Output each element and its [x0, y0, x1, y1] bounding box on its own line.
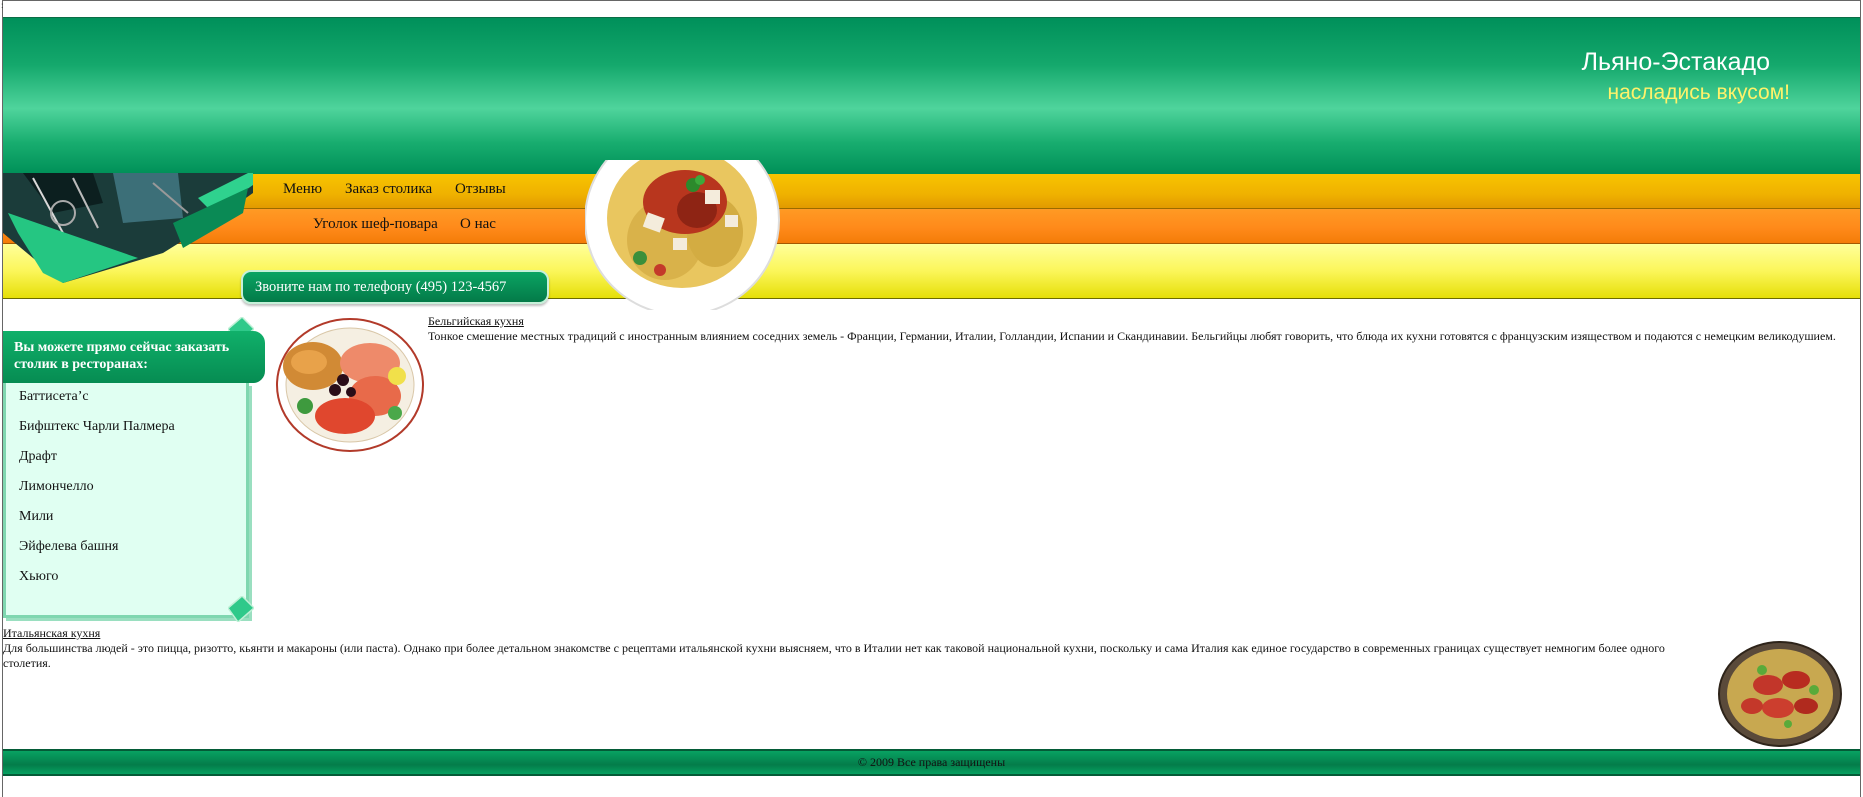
nav-band-orange [3, 209, 1860, 244]
italian-dish-image [1718, 640, 1842, 753]
sidebar-item-battiseta[interactable]: Баттисета’с [19, 389, 89, 405]
article-title-italian[interactable]: Итальянская кухня [3, 626, 100, 641]
sidebar-item-draft[interactable]: Драфт [19, 449, 57, 465]
nav-about[interactable]: О нас [460, 216, 496, 233]
sidebar-item-limoncello[interactable]: Лимончелло [19, 479, 94, 495]
sidebar-restaurant-list: Баттисета’с Бифштекс Чарли Палмера Драфт… [3, 383, 249, 618]
restaurant-photo [3, 173, 253, 283]
sidebar-bottom-tab-icon [228, 596, 254, 622]
sidebar-item-mili[interactable]: Мили [19, 509, 53, 525]
pasta-plate-image [584, 124, 780, 316]
phone-banner: Звоните нам по телефону (495) 123-4567 [241, 270, 549, 304]
article-text-italian: Для большинства людей - это пицца, ризот… [3, 641, 1665, 670]
site-tagline: насладись вкусом! [1607, 81, 1791, 104]
belgian-dish-image [275, 318, 425, 457]
nav-menu[interactable]: Меню [283, 181, 322, 198]
site-footer: © 2009 Все права защищены [3, 749, 1860, 776]
nav-band-gold [3, 174, 1860, 209]
article-text-belgian: Тонкое смешение местных традиций с иност… [428, 329, 1836, 343]
site-title: Льяно-Эстакадо [1581, 48, 1770, 76]
nav-reviews[interactable]: Отзывы [455, 181, 506, 198]
nav-chef-corner[interactable]: Уголок шеф-повара [313, 216, 438, 233]
top-marker: : [1, 0, 4, 10]
sidebar-heading: Вы можете прямо сейчас заказать столик в… [3, 331, 265, 383]
sidebar-item-hugo[interactable]: Хьюго [19, 569, 58, 585]
article-title-belgian[interactable]: Бельгийская кухня [428, 314, 524, 329]
nav-reserve-table[interactable]: Заказ столика [345, 181, 432, 198]
sidebar-item-charlie-palmer[interactable]: Бифштекс Чарли Палмера [19, 419, 175, 435]
site-header: Льяно-Эстакадо насладись вкусом! [3, 17, 1860, 174]
sidebar-item-eiffel-tower[interactable]: Эйфелева башня [19, 539, 118, 555]
